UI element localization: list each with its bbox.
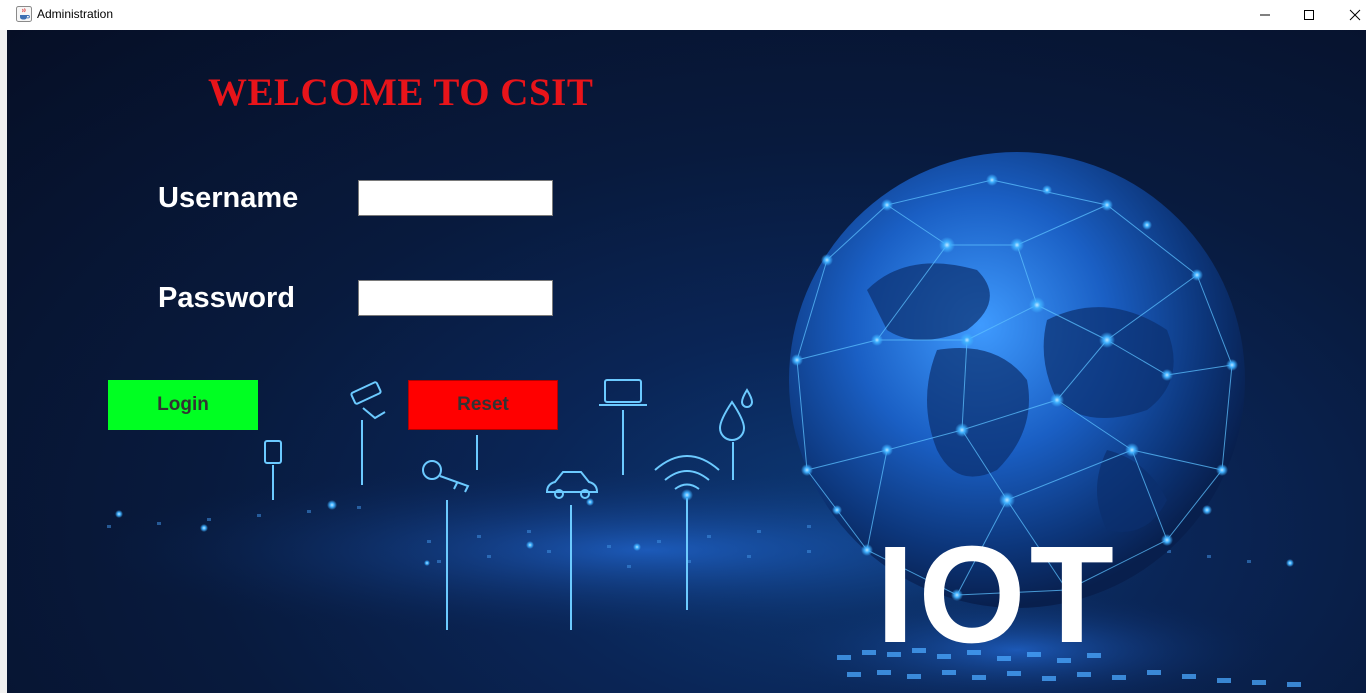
username-input[interactable] <box>358 180 553 216</box>
password-label: Password <box>158 282 295 314</box>
reset-button[interactable]: Reset <box>408 380 558 430</box>
login-button[interactable]: Login <box>108 380 258 430</box>
close-icon <box>1349 9 1361 21</box>
welcome-heading: WELCOME TO CSIT <box>208 71 594 114</box>
maximize-icon <box>1304 10 1314 20</box>
window-left-edge <box>0 30 7 693</box>
camera-device-icon <box>350 381 386 485</box>
iot-background-image: IOT <box>87 152 1301 693</box>
window-titlebar: Administration <box>0 0 1366 30</box>
close-button[interactable] <box>1332 0 1366 30</box>
java-cup-icon <box>16 6 32 22</box>
maximize-button[interactable] <box>1286 0 1332 30</box>
minimize-icon <box>1260 14 1270 16</box>
window-title: Administration <box>37 7 114 21</box>
username-label: Username <box>158 182 299 214</box>
password-input[interactable] <box>358 280 553 316</box>
minimize-button[interactable] <box>1242 0 1288 30</box>
login-panel: IOT WELCOME TO CSIT Username Password Lo… <box>7 30 1366 693</box>
